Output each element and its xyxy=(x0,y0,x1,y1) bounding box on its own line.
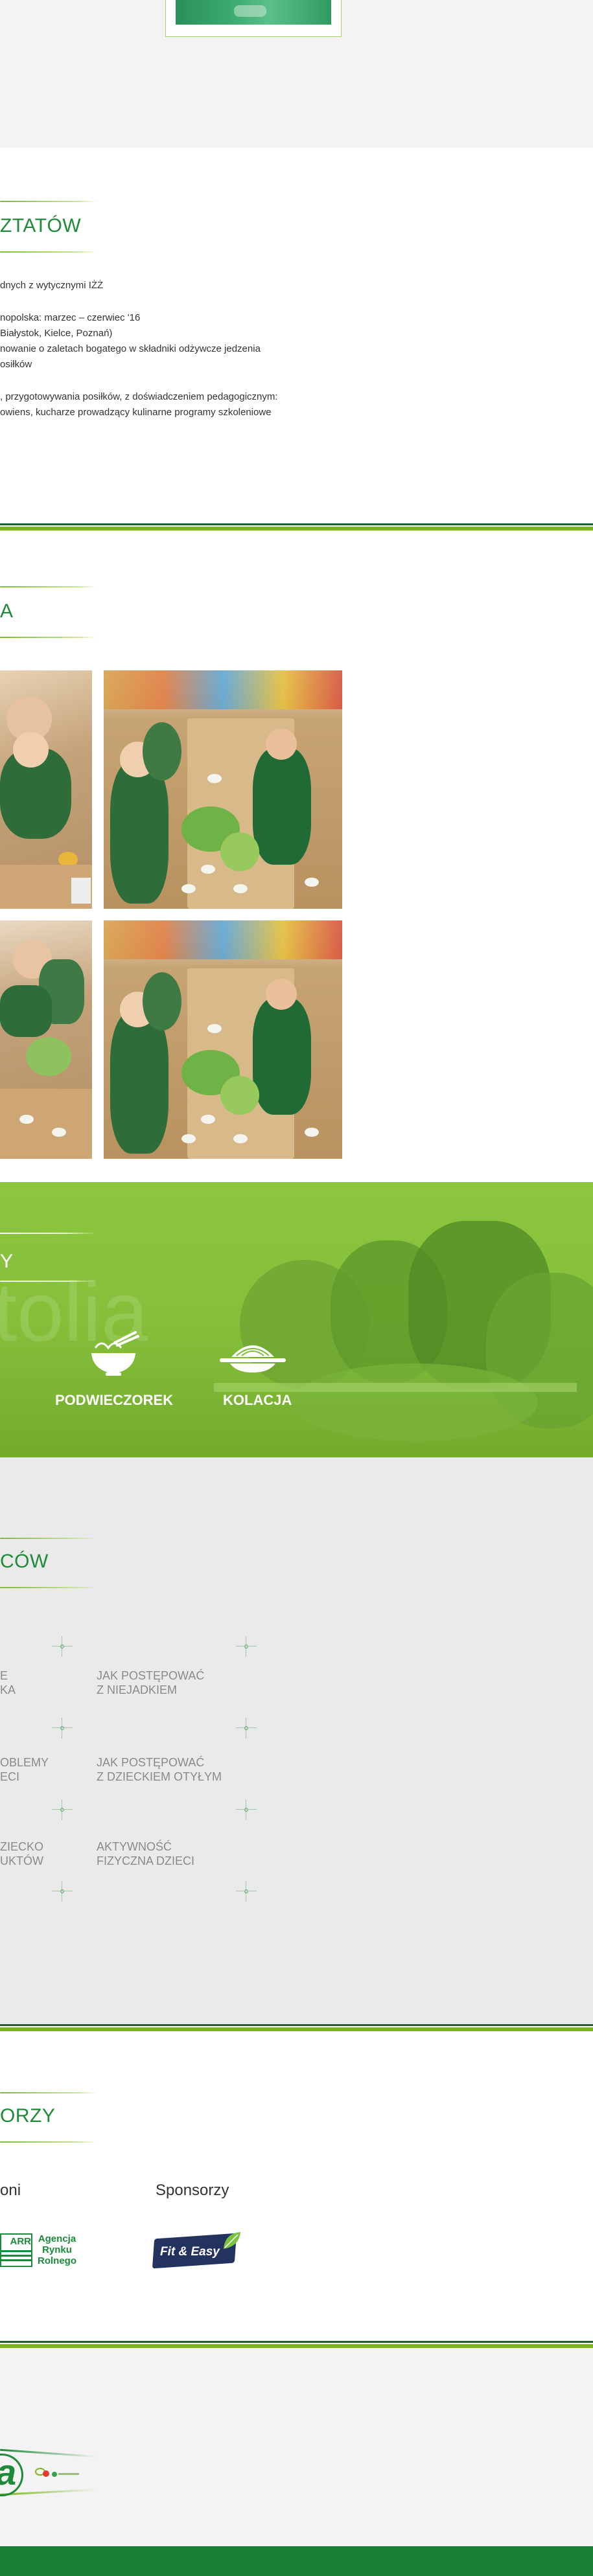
partner-mini-logo xyxy=(52,2470,80,2477)
title-swoosh-bottom xyxy=(0,2141,97,2143)
parents-topic-link[interactable]: JAK POSTĘPOWAĆ Z NIEJADKIEM xyxy=(97,1669,204,1697)
parents-topic-link[interactable]: JAK POSTĘPOWAĆ Z DZIECKIEM OTYŁYM xyxy=(97,1755,222,1784)
title-swoosh-bottom xyxy=(0,1281,97,1282)
decor-plus-icon xyxy=(236,1881,257,1902)
section-title: Y xyxy=(0,1251,14,1272)
info-line: nopolska: marzec – czerwiec '16 xyxy=(0,312,141,323)
section-divider xyxy=(0,2024,593,2026)
gallery-photo[interactable] xyxy=(104,920,342,1159)
decor-plus-icon xyxy=(52,1881,73,1902)
section-divider xyxy=(0,2341,593,2343)
decor-plus-icon xyxy=(52,1636,73,1657)
decor-plus-icon xyxy=(52,1799,73,1820)
bowl-noodles-icon xyxy=(91,1331,139,1376)
section-title: ZTATÓW xyxy=(0,215,82,236)
decor-plus-icon xyxy=(236,1718,257,1738)
title-swoosh-bottom xyxy=(0,1587,97,1588)
plate-spaghetti-icon xyxy=(220,1345,286,1373)
decor-plus-icon xyxy=(236,1799,257,1820)
title-swoosh-top xyxy=(0,201,97,202)
meal-kolacja[interactable]: KOLACJA xyxy=(207,1331,305,1428)
info-line: osiłków xyxy=(0,359,32,370)
info-line: , przygotowywania posiłków, z doświadcze… xyxy=(0,391,278,402)
section-divider xyxy=(0,523,593,525)
arr-logo-name: Agencja Rynku Rolnego xyxy=(38,2233,76,2266)
fit-easy-logo[interactable]: Fit & Easy xyxy=(152,2229,244,2271)
info-line: nowanie o zaletach bogatego w składniki … xyxy=(0,343,261,354)
title-swoosh-top xyxy=(0,586,97,587)
decor-plus-icon xyxy=(52,1718,73,1738)
info-line: dnych z wytycznymi IŻŻ xyxy=(0,280,104,291)
footer: a xyxy=(0,2348,593,2546)
partners-section: ORZY oni Sponsorzy ARR Agencja Rynku Rol… xyxy=(0,2031,593,2341)
footer-logo[interactable]: a xyxy=(0,2448,117,2500)
top-section xyxy=(0,0,593,148)
sponsors-heading: Sponsorzy xyxy=(156,2182,229,2199)
section-title: CÓW xyxy=(0,1551,49,1572)
title-swoosh-bottom xyxy=(0,637,97,638)
meal-label: PODWIECZOREK xyxy=(55,1392,174,1408)
arr-logo[interactable]: ARR Agencja Rynku Rolnego xyxy=(0,2231,87,2271)
gallery-photo[interactable] xyxy=(0,920,92,1159)
section-divider-accent xyxy=(0,527,593,530)
meal-label: KOLACJA xyxy=(223,1392,292,1408)
title-swoosh-top xyxy=(0,2092,97,2093)
partner-mini-logo xyxy=(35,2468,49,2478)
parents-topic-link[interactable]: ZIECKO UKTÓW xyxy=(0,1840,43,1868)
workshops-section: ZTATÓW dnych z wytycznymi IŻŻ nopolska: … xyxy=(0,148,593,523)
info-line: owiens, kucharze prowadzący kulinarne pr… xyxy=(0,407,272,418)
gallery-section: A xyxy=(0,532,593,1182)
arr-logo-mark: ARR xyxy=(0,2233,32,2267)
meals-section: tolia Y PODWIECZOREK KOLACJA xyxy=(0,1182,593,1457)
info-line: Białystok, Kielce, Poznań) xyxy=(0,328,113,339)
footer-bottom-bar xyxy=(0,2546,593,2576)
title-swoosh-top xyxy=(0,1538,97,1539)
section-title: ORZY xyxy=(0,2105,56,2126)
title-swoosh-top xyxy=(0,1233,97,1234)
leaf-icon xyxy=(224,2232,240,2249)
title-swoosh-bottom xyxy=(0,251,97,253)
section-title: A xyxy=(0,600,14,622)
fit-easy-text: Fit & Easy xyxy=(160,2245,220,2259)
gallery-photo[interactable] xyxy=(0,670,92,909)
hero-image-frame xyxy=(165,0,342,37)
hero-image xyxy=(176,0,331,25)
parents-topic-link[interactable]: AKTYWNOŚĆ FIZYCZNA DZIECI xyxy=(97,1840,194,1868)
parents-topic-link[interactable]: OBLEMY ECI xyxy=(0,1755,49,1784)
patrons-heading: oni xyxy=(0,2182,21,2199)
parents-topic-link[interactable]: E KA xyxy=(0,1669,16,1697)
parents-section: CÓW E KA JAK POSTĘPOWAĆ Z NIEJADKIEM OBL… xyxy=(0,1457,593,2024)
decor-plus-icon xyxy=(236,1636,257,1657)
meal-podwieczorek[interactable]: PODWIECZOREK xyxy=(49,1331,178,1428)
gallery-photo[interactable] xyxy=(104,670,342,909)
